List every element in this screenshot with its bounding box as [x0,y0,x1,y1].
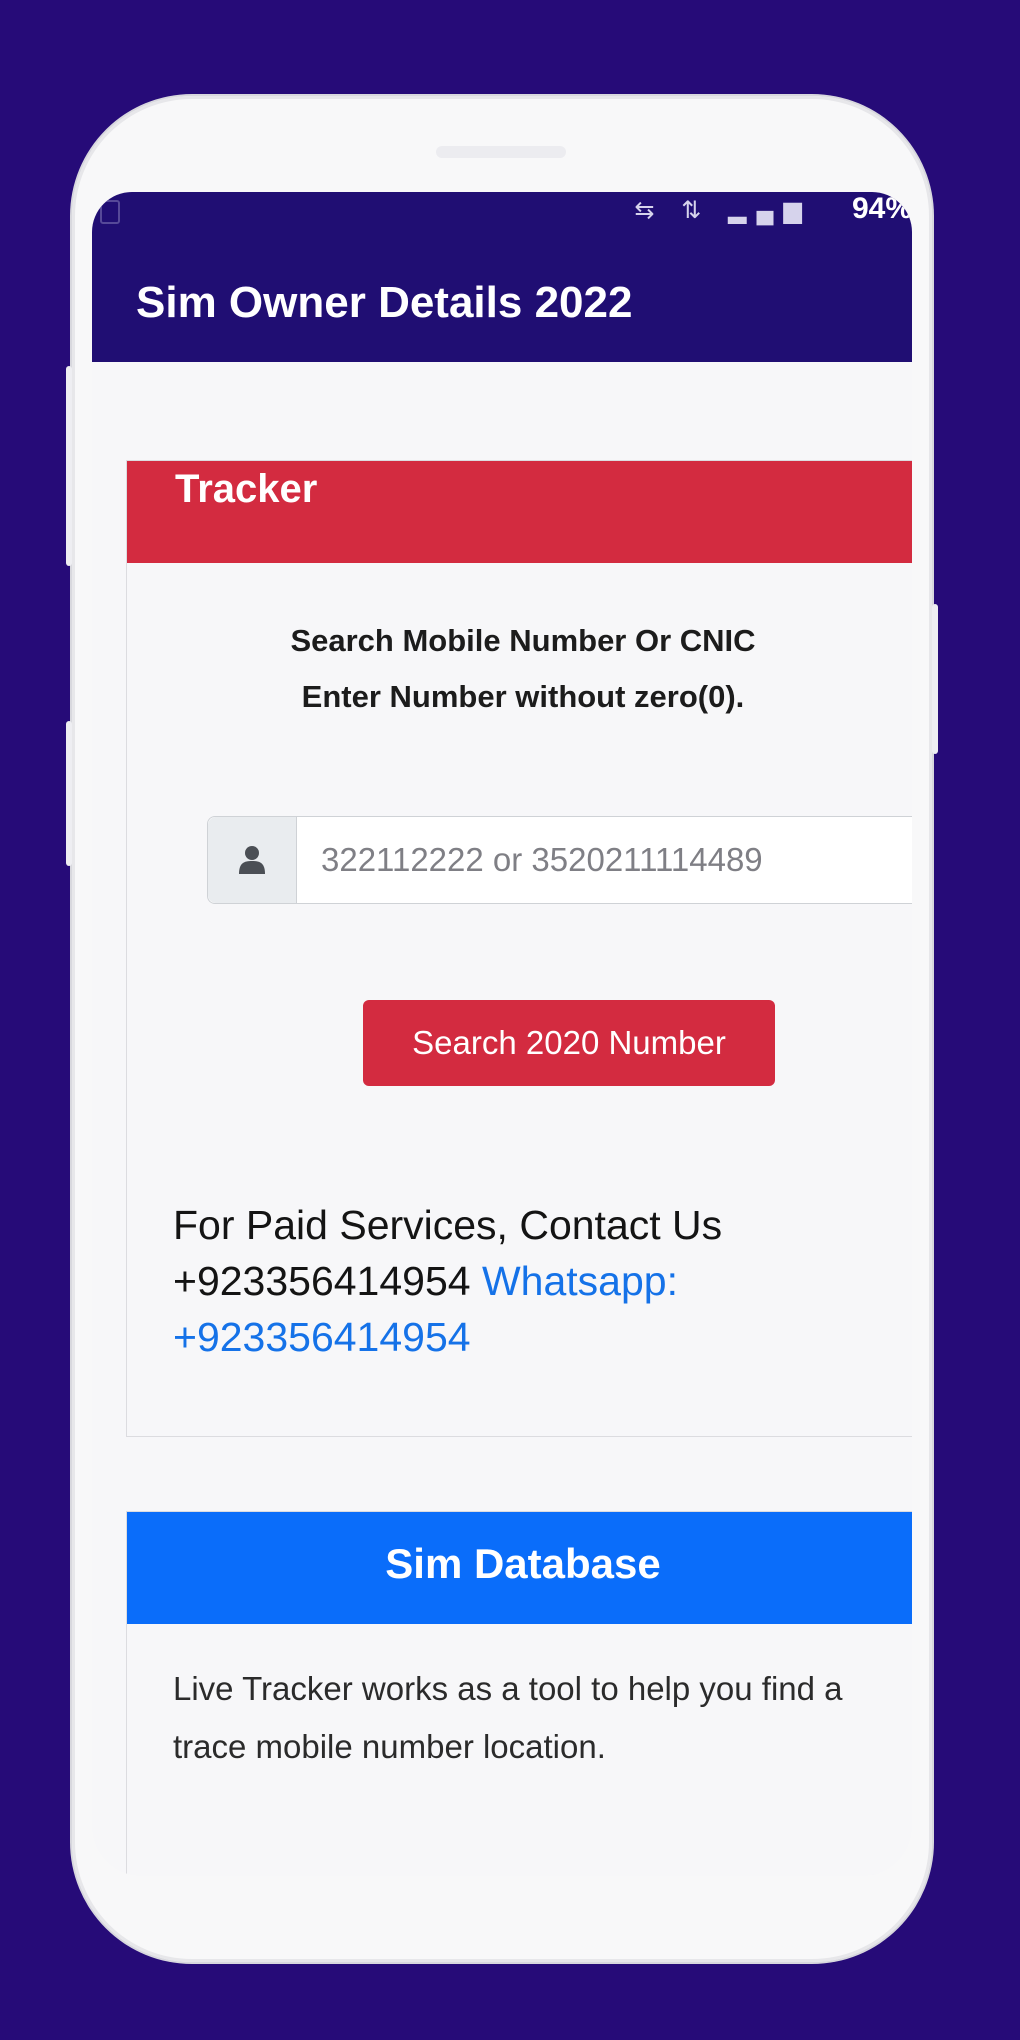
search-button[interactable]: Search 2020 Number [363,1000,775,1086]
instruction-line-1: Search Mobile Number Or CNIC [290,623,756,658]
phone-side-button-left-2 [66,721,72,866]
paid-services-text: For Paid Services, Contact Us +923356414… [173,1197,912,1365]
status-bar: ⇆ ⇅ ▂▄▆ 94% [92,192,912,250]
whatsapp-number-link[interactable]: +923356414954 [173,1314,471,1360]
tracker-card-title: Tracker [175,467,318,511]
main-content: Tracker Search Mobile Number Or CNIC Ent… [92,362,912,1876]
contact-phone: +923356414954 [173,1258,471,1304]
database-body-line-2: trace mobile number location. [173,1728,606,1765]
search-instructions: Search Mobile Number Or CNIC Enter Numbe… [127,613,912,725]
phone-frame: ⇆ ⇅ ▂▄▆ 94% Sim Owner Details 2022 Track… [66,96,938,1962]
search-input-group [207,816,912,904]
database-body-line-1: Live Tracker works as a tool to help you… [173,1670,843,1707]
app-title: Sim Owner Details 2022 [136,278,633,327]
paid-services-line: For Paid Services, Contact Us [173,1202,723,1248]
tracker-card: Tracker Search Mobile Number Or CNIC Ent… [126,460,912,1437]
phone-side-button-left-1 [66,366,72,566]
database-card-header[interactable]: Sim Database [127,1512,912,1624]
battery-level: 94% [851,192,912,225]
phone-side-button-right [932,604,938,754]
user-icon [239,846,265,874]
phone-speaker [436,146,566,158]
tracker-card-header: Tracker [127,461,912,563]
instruction-line-2: Enter Number without zero(0). [301,679,745,714]
database-card: Sim Database Live Tracker works as a too… [126,1511,912,1876]
whatsapp-label-link[interactable]: Whatsapp: [482,1258,678,1304]
app-bar: Sim Owner Details 2022 [92,250,912,362]
signal-icons: ⇆ ⇅ ▂▄▆ [634,197,812,224]
notification-icon [100,200,120,224]
database-card-title: Sim Database [385,1540,661,1587]
database-card-body: Live Tracker works as a tool to help you… [173,1660,912,1776]
input-addon [208,817,297,903]
phone-screen: ⇆ ⇅ ▂▄▆ 94% Sim Owner Details 2022 Track… [92,192,912,1876]
search-input[interactable] [297,817,912,903]
